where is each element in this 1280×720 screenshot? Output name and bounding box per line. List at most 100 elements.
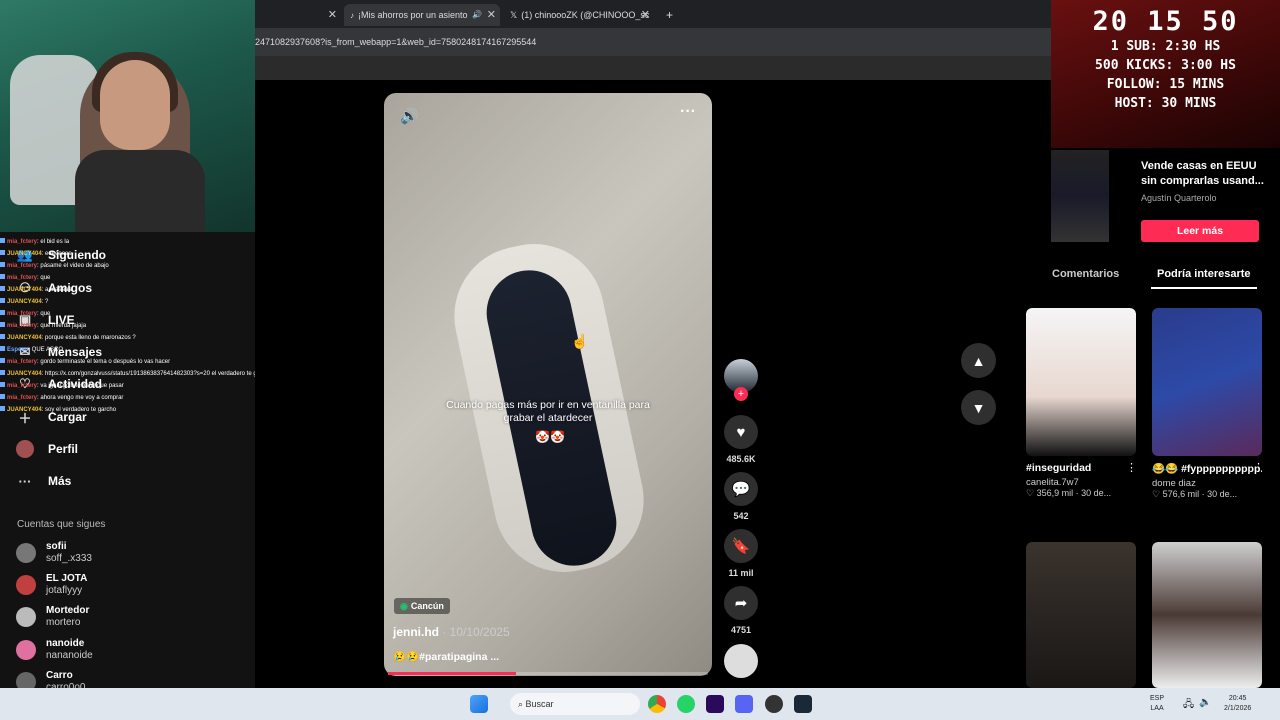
tab-comentarios[interactable]: Comentarios	[1052, 268, 1119, 280]
chevron-up-icon: ▲	[971, 352, 986, 369]
next-video-button[interactable]: ▼	[961, 390, 996, 425]
chat-username: mia_fctery	[7, 263, 38, 269]
obs-icon[interactable]	[765, 695, 783, 713]
chat-message: JUANCY404: eeeeeeee	[0, 248, 255, 260]
chat-username: JUANCY404	[7, 371, 42, 377]
chat-badge-icon	[0, 262, 5, 267]
goal-line: 1 SUB: 2:30 HS	[1110, 39, 1221, 54]
related-video-card[interactable]	[1152, 542, 1262, 688]
browser-tab[interactable]: 𝕏 (1) chinoooZK (@CHINOOO_sc ✕	[504, 4, 654, 26]
previous-video-button[interactable]: ▲	[961, 343, 996, 378]
network-icon[interactable]: 🖧	[1183, 697, 1194, 714]
chat-text: : porque esta lleno de maronazos ?	[41, 335, 136, 341]
more-options-icon[interactable]: ⋮	[1126, 461, 1137, 474]
chat-badge-icon	[0, 286, 5, 291]
windows-start-icon[interactable]	[470, 695, 488, 713]
chat-username: JUANCY404	[7, 407, 42, 413]
browser-tab[interactable]: ✕	[255, 4, 341, 26]
video-player[interactable]: 🔊 ···	[384, 93, 712, 676]
active-tab-indicator	[1151, 287, 1257, 289]
discord-icon[interactable]	[735, 695, 753, 713]
chat-username: mia_fctery	[7, 383, 38, 389]
language-indicator[interactable]: ESP LAA	[1150, 694, 1164, 714]
chat-username: JUANCY404	[7, 299, 42, 305]
chat-username: mia_fctery	[7, 395, 38, 401]
progress-fill	[388, 672, 516, 675]
avatar	[16, 575, 36, 595]
chat-message: mia_fctery: el bid es la	[0, 236, 255, 248]
close-tab-icon[interactable]: ✕	[487, 4, 496, 26]
volume-icon[interactable]: 🔈	[1199, 697, 1211, 708]
chat-badge-icon	[0, 274, 5, 279]
close-tab-icon[interactable]: ✕	[328, 4, 337, 26]
related-video-card[interactable]: #inseguridad canelita.7w7 ♡ 356,9 mil · …	[1026, 308, 1136, 499]
follow-item[interactable]: Mortedor mortero	[16, 605, 89, 629]
goal-line: FOLLOW: 15 MINS	[1106, 77, 1225, 92]
whatsapp-icon[interactable]	[677, 695, 695, 713]
premiere-icon[interactable]	[706, 695, 724, 713]
browser-tab-active[interactable]: ♪ ¡Mis ahorros por un asiento 🔊 ✕	[344, 4, 500, 26]
related-video-card[interactable]	[1026, 542, 1136, 688]
speaker-icon[interactable]: 🔊	[472, 4, 482, 26]
video-thumbnail	[1152, 542, 1262, 688]
chat-message: JUANCY404: soy el verdadero te garcho	[0, 404, 255, 416]
caption-emoji: 🤡🤡	[535, 430, 565, 444]
nav-mas[interactable]: ··· Más	[16, 472, 72, 490]
share-button[interactable]: ➦ 4751	[724, 586, 758, 635]
chat-text: : soy el verdadero te garcho	[41, 407, 117, 413]
chat-text: : ?	[41, 299, 49, 305]
comment-button[interactable]: 💬 542	[724, 472, 758, 521]
video-caption: Cuando pagas más por ir en ventanilla pa…	[446, 399, 650, 424]
taskbar-clock[interactable]: 20:45 2/1/2026	[1224, 694, 1251, 714]
volume-icon[interactable]: 🔊	[400, 107, 419, 125]
taskbar-search[interactable]: ⌕ Buscar	[510, 693, 640, 715]
chat-badge-icon	[0, 346, 5, 351]
video-author[interactable]: jenni.hd · 10/10/2025	[393, 625, 510, 639]
creator-avatar[interactable]: +	[724, 359, 758, 401]
chat-message: JUANCY404: aaaaaaaa	[0, 284, 255, 296]
chat-message: mia_fctery: ahora vengo me voy a comprar	[0, 392, 255, 404]
nav-perfil[interactable]: Perfil	[16, 440, 78, 458]
more-options-icon[interactable]: ···	[680, 103, 696, 121]
webcam-feed	[0, 0, 255, 232]
goal-line: HOST: 30 MINS	[1114, 96, 1217, 111]
chat-badge-icon	[0, 334, 5, 339]
location-tag[interactable]: ◉ Cancún	[394, 598, 450, 614]
chat-text: : pásame el video de abajo	[37, 263, 109, 269]
chat-message: mia_fctery: gordo terminaste el tema o d…	[0, 356, 255, 368]
more-options-icon[interactable]: ⋮	[1253, 461, 1264, 474]
chat-username: JUANCY404	[7, 251, 42, 257]
close-tab-icon[interactable]: ✕	[641, 4, 650, 26]
new-tab-button[interactable]: +	[660, 4, 680, 26]
video-progress[interactable]	[388, 672, 708, 675]
follow-item[interactable]: EL JOTA jotaflyyy	[16, 573, 87, 597]
save-button[interactable]: 🔖 11 mil	[724, 529, 758, 578]
chat-text: : eeeeeeee	[41, 251, 72, 257]
read-more-button[interactable]: Leer más	[1141, 220, 1259, 242]
chat-text: : gordo terminaste el tema o después lo …	[37, 359, 171, 365]
chat-message: mia_fctery: que mierda jajaja	[0, 320, 255, 332]
follow-plus-icon[interactable]: +	[734, 387, 748, 401]
like-button[interactable]: ♥ 485.6K	[724, 415, 758, 464]
address-bar[interactable]: 2471082937608?is_from_webapp=1&web_id=75…	[255, 28, 1051, 56]
related-video-card[interactable]: 😂😂 #fypppppppppp... dome diaz ♡ 576,6 mi…	[1152, 308, 1262, 500]
chat-username: mia_fctery	[7, 275, 38, 281]
chat-username: mia_fctery	[7, 311, 38, 317]
follow-item[interactable]: nanoide nananoide	[16, 638, 93, 662]
video-description[interactable]: 😢😢#paratipagina ...	[393, 650, 499, 663]
ad-thumbnail[interactable]	[1051, 150, 1109, 242]
chat-message: JUANCY404: porque esta lleno de maronazo…	[0, 332, 255, 344]
steam-icon[interactable]	[794, 695, 812, 713]
music-disc[interactable]	[724, 644, 758, 678]
ad-title[interactable]: Vende casas en EEUU sin comprarlas usand…	[1141, 159, 1266, 189]
follow-item[interactable]: sofii soff_.x333	[16, 541, 92, 565]
chrome-icon[interactable]	[648, 695, 666, 713]
heart-icon: ♥	[724, 415, 758, 449]
goal-line: 500 KICKS: 3:00 HS	[1095, 58, 1236, 73]
tab-podria-interesarte[interactable]: Podría interesarte	[1157, 268, 1251, 280]
chat-text: : aaaaaaaa	[41, 287, 72, 293]
search-icon: ⌕	[518, 699, 526, 709]
avatar	[16, 543, 36, 563]
share-icon: ➦	[724, 586, 758, 620]
chat-username: mia_fctery	[7, 239, 38, 245]
